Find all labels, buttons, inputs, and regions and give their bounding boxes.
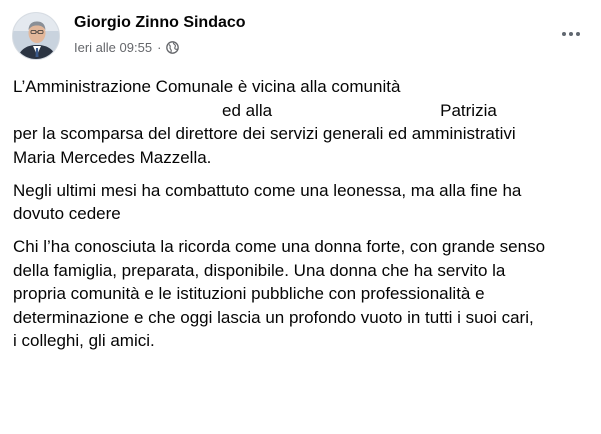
text-line: Chi l’ha conosciuta la ricorda come una …: [13, 237, 546, 256]
text-line: L’Amministrazione Comunale è vicina alla…: [13, 77, 401, 96]
post-header: Giorgio Zinno Sindaco Ieri alle 09:55 ·: [12, 12, 589, 64]
globe-icon[interactable]: [166, 41, 180, 54]
text-line: ed alla Patrizia: [222, 100, 497, 120]
text-line: Negli ultimi mesi ha combattuto come una…: [13, 180, 522, 200]
post-timestamp[interactable]: Ieri alle 09:55: [74, 40, 152, 55]
paragraph-1: L’Amministrazione Comunale è vicina alla…: [13, 75, 591, 169]
text-line: Maria Mercedes Mazzella.: [13, 147, 212, 167]
paragraph-3: Chi l’ha conosciuta la ricorda come una …: [13, 235, 591, 353]
text-line: dovuto cedere: [13, 204, 121, 223]
avatar[interactable]: [12, 12, 60, 60]
text-line: determinazione e che oggi lascia un prof…: [13, 307, 534, 327]
post-text: L’Amministrazione Comunale è vicina alla…: [13, 75, 591, 362]
more-options-button[interactable]: [557, 22, 585, 46]
text-line: i colleghi, gli amici.: [13, 331, 155, 350]
text-line: della famiglia, preparata, disponibile. …: [13, 260, 506, 280]
post-meta: Ieri alle 09:55 ·: [74, 40, 180, 55]
author-name[interactable]: Giorgio Zinno Sindaco: [74, 14, 246, 32]
meta-separator: ·: [157, 40, 162, 55]
paragraph-2: Negli ultimi mesi ha combattuto come una…: [13, 179, 591, 226]
more-options-icon: [562, 32, 566, 36]
text-line: propria comunità e le istituzioni pubbli…: [13, 284, 485, 303]
text-line: per la scomparsa del direttore dei servi…: [13, 124, 516, 143]
